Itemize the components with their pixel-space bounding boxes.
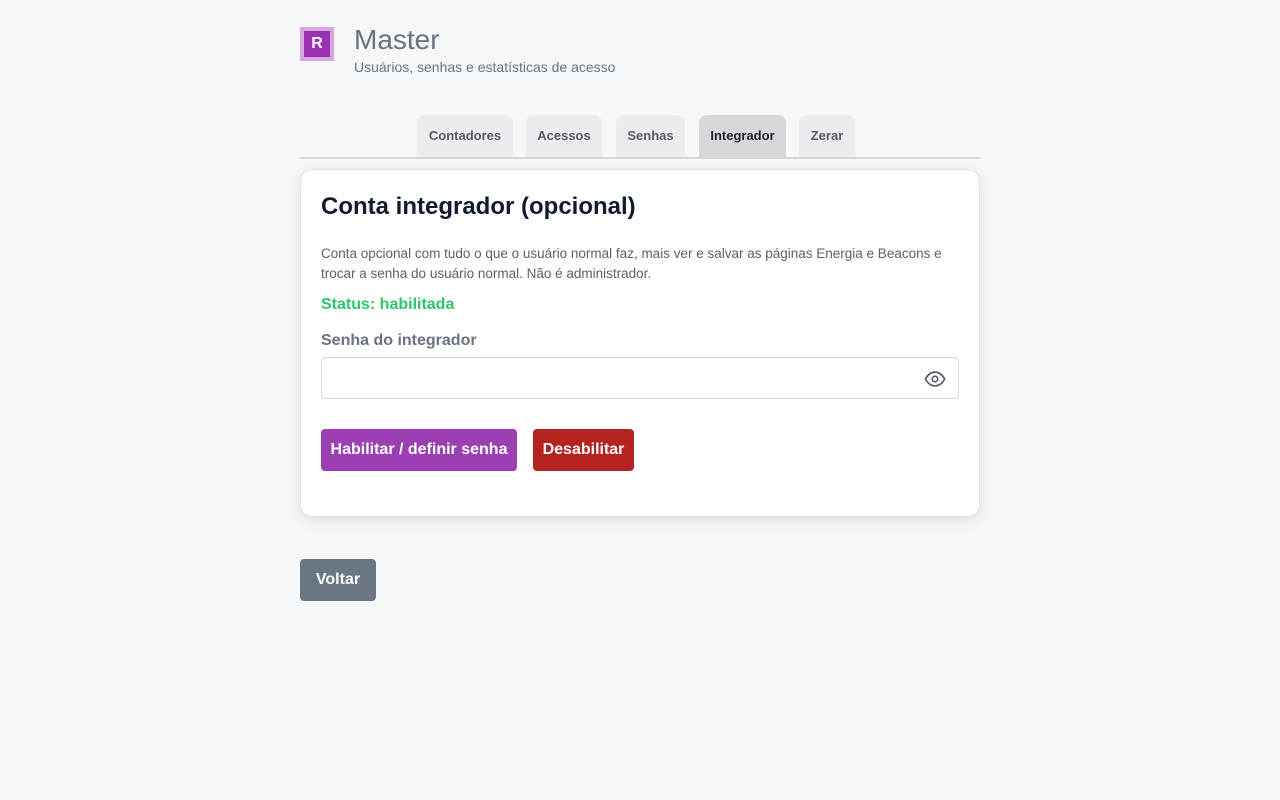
app-header: R Master Usuários, senhas e estatísticas… [300, 24, 980, 84]
password-label: Senha do integrador [321, 332, 477, 349]
password-field [321, 357, 959, 399]
app-title: Master [354, 24, 440, 55]
disable-button[interactable]: Desabilitar [533, 429, 634, 471]
status-text: Status: habilitada [321, 296, 455, 313]
eye-icon[interactable] [924, 368, 946, 390]
enable-password-button[interactable]: Habilitar / definir senha [321, 429, 517, 471]
app-logo: R [300, 27, 334, 61]
card-description: Conta opcional com tudo o que o usuário … [321, 246, 942, 281]
tab-bar: Contadores Acessos Senhas Integrador Zer… [300, 115, 980, 159]
tab-integrador[interactable]: Integrador [699, 115, 786, 157]
card-title: Conta integrador (opcional) [321, 193, 636, 220]
tab-zerar[interactable]: Zerar [799, 115, 855, 157]
tab-senhas[interactable]: Senhas [616, 115, 685, 157]
logo-letter: R [304, 31, 330, 57]
password-input[interactable] [322, 358, 936, 398]
tab-acessos[interactable]: Acessos [526, 115, 602, 157]
integrator-card: Conta integrador (opcional) Conta opcion… [300, 169, 980, 517]
tab-contadores[interactable]: Contadores [417, 115, 513, 157]
back-button[interactable]: Voltar [300, 559, 376, 601]
app-subtitle: Usuários, senhas e estatísticas de acess… [354, 59, 616, 75]
